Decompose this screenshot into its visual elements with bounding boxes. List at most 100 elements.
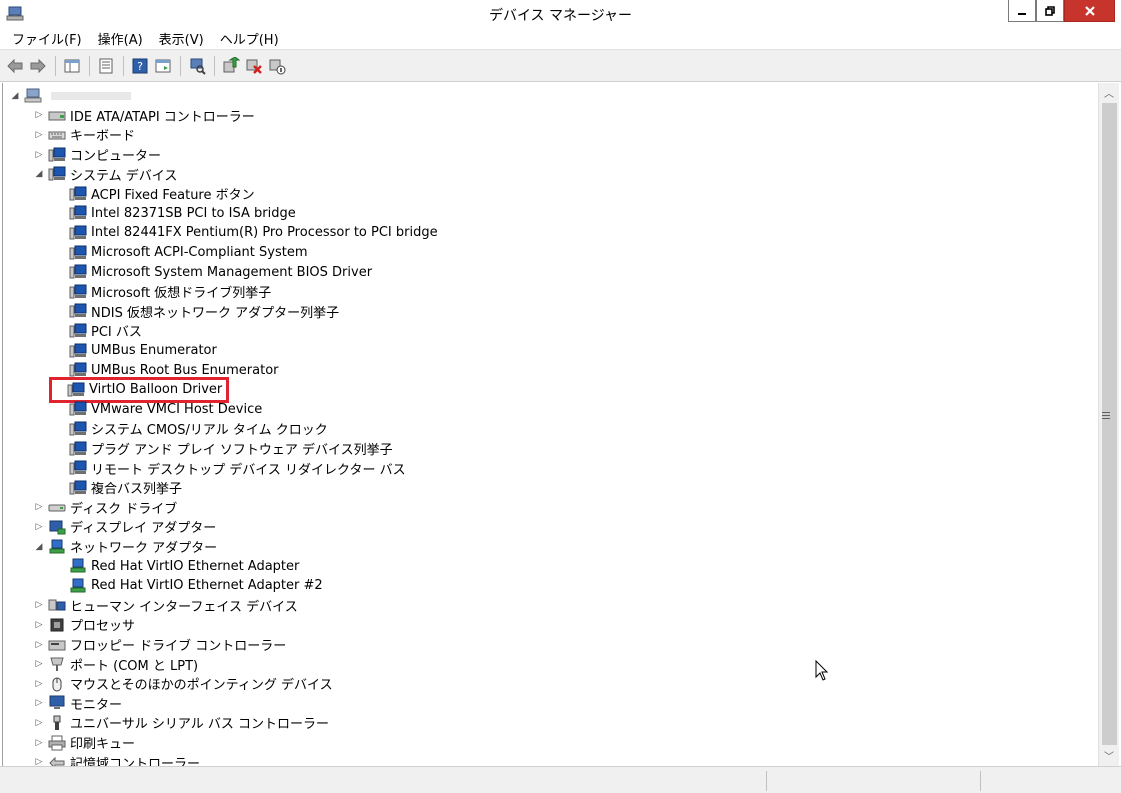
system-device-icon (69, 323, 87, 338)
system-device-icon (69, 421, 87, 436)
tree-item[interactable]: ▷ ポート (COM と LPT) (33, 654, 199, 674)
tree-item[interactable]: ▷ ディスプレイ アダプター (33, 517, 217, 537)
tree-item-label: モニター (70, 697, 123, 713)
tree-item-label: Red Hat VirtIO Ethernet Adapter (91, 558, 300, 574)
tree-item[interactable]: Intel 82371SB PCI to ISA bridge (54, 204, 297, 224)
expand-arrow-icon[interactable]: ▷ (33, 718, 45, 728)
vertical-scrollbar[interactable]: ︿ ﹀ (1098, 83, 1119, 766)
collapse-arrow-icon[interactable]: ◢ (9, 91, 21, 101)
tree-item[interactable]: ▷ フロッピー ドライブ コントローラー (33, 635, 287, 655)
computer-root-icon (24, 88, 42, 103)
display-adapter-icon (49, 520, 66, 535)
tree-item[interactable]: リモート デスクトップ デバイス リダイレクター バス (54, 458, 407, 478)
back-arrow-button[interactable] (4, 55, 26, 77)
tree-item[interactable]: Intel 82441FX Pentium(R) Pro Processor t… (54, 223, 439, 243)
tree-item[interactable]: ▷ ディスク ドライブ (33, 498, 178, 518)
tree-item[interactable]: NDIS 仮想ネットワーク アダプター列挙子 (54, 302, 340, 322)
tree-item[interactable]: ▷ IDE ATA/ATAPI コントローラー (33, 106, 256, 126)
tree-item[interactable]: Red Hat VirtIO Ethernet Adapter (54, 556, 300, 576)
update-driver-button[interactable] (220, 55, 242, 77)
tree-item[interactable]: ◢ システム デバイス (33, 164, 178, 184)
system-device-icon (69, 401, 87, 416)
disable-device-button[interactable] (266, 55, 288, 77)
scrollbar-thumb[interactable] (1102, 103, 1117, 745)
tree-item[interactable]: ▷ モニター (33, 694, 123, 714)
tree-item[interactable]: ▷ 印刷キュー (33, 733, 136, 753)
tree-item-label: Microsoft System Management BIOS Driver (91, 264, 373, 280)
tree-item[interactable]: ◢ ネットワーク アダプター (33, 537, 218, 557)
menu-help[interactable]: ヘルプ(H) (212, 29, 287, 48)
tree-item[interactable]: ◢ (9, 86, 131, 106)
tree-item[interactable]: Microsoft 仮想ドライブ列挙子 (54, 282, 272, 302)
tree-item-label: Red Hat VirtIO Ethernet Adapter #2 (91, 578, 323, 594)
status-divider (766, 771, 767, 791)
menu-view[interactable]: 表示(V) (151, 29, 212, 48)
forward-arrow-button[interactable] (27, 55, 49, 77)
tree-item-label: コンピューター (70, 149, 162, 165)
tree-item[interactable]: UMBus Enumerator (54, 341, 218, 361)
tree-item[interactable]: ACPI Fixed Feature ボタン (54, 184, 256, 204)
tree-item[interactable]: ▷ 記憶域コントローラー (33, 752, 201, 766)
scroll-down-icon[interactable]: ﹀ (1101, 748, 1117, 764)
show-hide-console-tree-icon (64, 59, 80, 72)
tree-item-label: マウスとそのほかのポインティング デバイス (70, 678, 333, 694)
monitor-icon (49, 695, 65, 710)
expand-arrow-icon[interactable]: ▷ (33, 502, 45, 512)
tree-item[interactable]: VMware VMCI Host Device (54, 400, 263, 420)
system-device-icon (69, 186, 87, 201)
tree-item[interactable]: プラグ アンド プレイ ソフトウェア デバイス列挙子 (54, 439, 394, 459)
svg-text:?: ? (137, 60, 143, 73)
expand-arrow-icon[interactable]: ▷ (33, 620, 45, 630)
expand-arrow-icon[interactable]: ▷ (33, 640, 45, 650)
show-action-pane-button[interactable] (152, 55, 174, 77)
tree-item[interactable]: Microsoft ACPI-Compliant System (54, 243, 308, 263)
expand-arrow-icon[interactable]: ▷ (33, 150, 45, 160)
tree-item-label: システム CMOS/リアル タイム クロック (91, 423, 328, 439)
tree-item[interactable]: Red Hat VirtIO Ethernet Adapter #2 (54, 576, 324, 596)
tree-item[interactable]: ▷ コンピューター (33, 145, 162, 165)
menu-file[interactable]: ファイル(F) (4, 29, 90, 48)
scan-hardware-changes-button[interactable] (186, 55, 208, 77)
tree-item[interactable]: ▷ マウスとそのほかのポインティング デバイス (33, 674, 334, 694)
update-driver-icon (223, 56, 240, 72)
tree-item-label: ポート (COM と LPT) (70, 658, 199, 674)
collapse-arrow-icon[interactable]: ◢ (33, 169, 45, 179)
tree-item[interactable]: ▷ ヒューマン インターフェイス デバイス (33, 596, 299, 616)
tree-item[interactable]: PCI バス (54, 321, 143, 341)
expand-arrow-icon[interactable]: ▷ (33, 522, 45, 532)
expand-arrow-icon[interactable]: ▷ (33, 738, 45, 748)
uninstall-device-button[interactable] (243, 55, 265, 77)
expand-arrow-icon[interactable]: ▷ (33, 110, 45, 120)
collapse-arrow-icon[interactable]: ◢ (33, 542, 45, 552)
disable-device-icon (269, 59, 286, 74)
toolbar-separator (123, 55, 124, 76)
expand-arrow-icon[interactable]: ▷ (33, 679, 45, 689)
expand-arrow-icon[interactable]: ▷ (33, 659, 45, 669)
tree-item-label: フロッピー ドライブ コントローラー (70, 639, 287, 655)
toolbar-separator (180, 55, 181, 76)
tree-item[interactable]: ▷ ユニバーサル シリアル バス コントローラー (33, 713, 330, 733)
tree-item[interactable]: Microsoft System Management BIOS Driver (54, 262, 373, 282)
tree-item[interactable]: ▷ プロセッサ (33, 615, 136, 635)
minimize-icon (1018, 12, 1026, 15)
tree-item-label: Intel 82441FX Pentium(R) Pro Processor t… (91, 225, 438, 241)
show-hide-console-tree-button[interactable] (61, 55, 83, 77)
properties-button[interactable] (95, 55, 117, 77)
close-button[interactable] (1064, 0, 1115, 22)
tree-item[interactable]: ▷ キーボード (33, 125, 136, 145)
expand-arrow-icon[interactable]: ▷ (33, 600, 45, 610)
help-button[interactable]: ? (129, 55, 151, 77)
restore-button[interactable] (1036, 0, 1064, 22)
scroll-up-icon[interactable]: ︿ (1101, 85, 1117, 101)
menu-action[interactable]: 操作(A) (90, 29, 151, 48)
minimize-button[interactable] (1008, 0, 1036, 22)
expand-arrow-icon[interactable]: ▷ (33, 757, 45, 766)
tree-item[interactable]: 複合バス列挙子 (54, 478, 183, 498)
expand-arrow-icon[interactable]: ▷ (33, 698, 45, 708)
tree-item[interactable]: システム CMOS/リアル タイム クロック (54, 419, 329, 439)
mouse-icon (52, 677, 62, 692)
tree-item-label: プラグ アンド プレイ ソフトウェア デバイス列挙子 (91, 443, 393, 459)
expand-arrow-icon[interactable]: ▷ (33, 130, 45, 140)
tree-item[interactable]: VirtIO Balloon Driver (48, 377, 230, 403)
tree-item[interactable]: UMBus Root Bus Enumerator (54, 360, 280, 380)
